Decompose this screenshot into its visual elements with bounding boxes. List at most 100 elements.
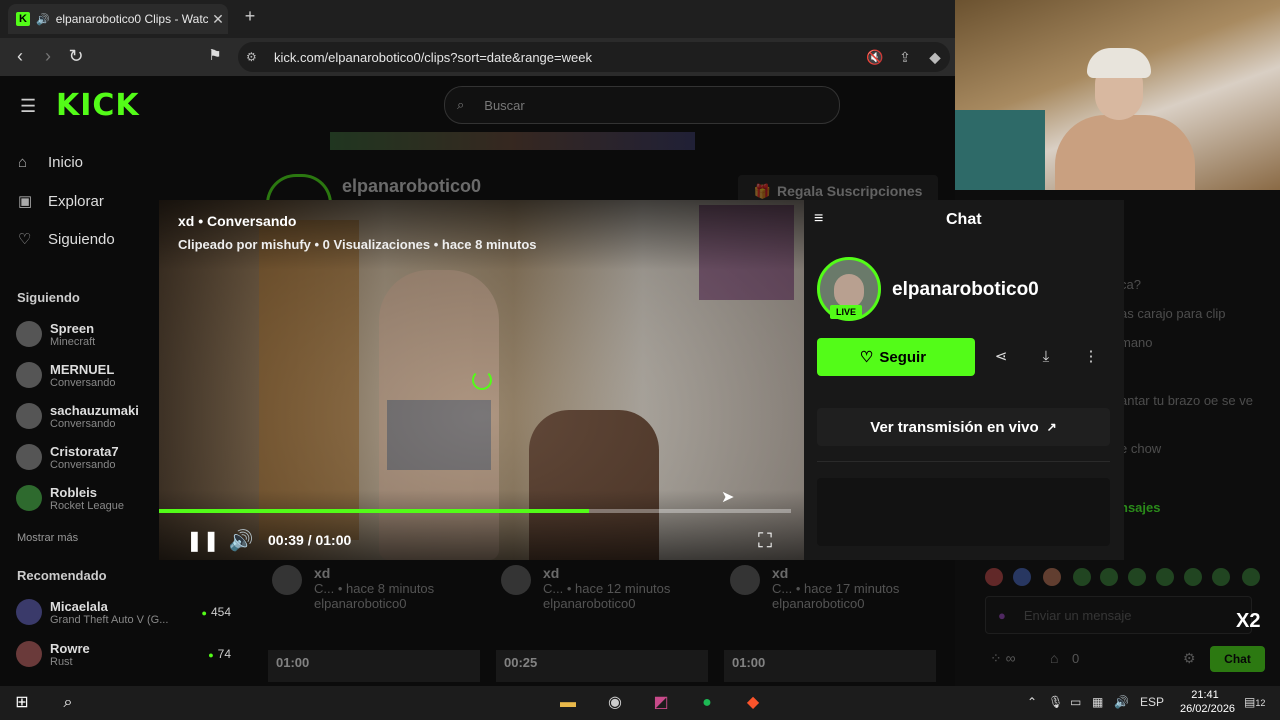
emote-icon[interactable]	[1100, 568, 1118, 586]
clip-card[interactable]: xd C... • hace 8 minutos elpanarobotico0	[272, 565, 472, 611]
mic-icon: ●	[998, 607, 1006, 623]
reload-icon[interactable]: ↻	[64, 44, 88, 68]
nav-home[interactable]: ⌂ Inicio	[18, 154, 83, 171]
close-tab-icon[interactable]: ✕	[208, 11, 228, 28]
pause-icon[interactable]: ❚❚	[186, 528, 220, 554]
site-settings-icon[interactable]: ⚙	[246, 50, 262, 64]
notification-icon[interactable]: ▤12	[1244, 695, 1265, 709]
viewer-count: ● 454	[201, 605, 231, 619]
emote-icon[interactable]	[1212, 568, 1230, 586]
viewer-count-text: 454	[210, 605, 231, 619]
file-explorer-icon[interactable]: ▬	[556, 692, 580, 714]
download-icon[interactable]: ⤓	[1030, 340, 1062, 374]
channel-name: Spreen	[50, 320, 95, 336]
points-count: 0	[1072, 651, 1080, 666]
viewer-count: ● 74	[208, 647, 231, 661]
emote-icon[interactable]	[985, 568, 1003, 586]
battery-icon[interactable]: ▭	[1070, 695, 1081, 709]
emote-icon[interactable]	[1043, 568, 1061, 586]
clock[interactable]: 21:41 26/02/2026	[1180, 688, 1235, 716]
avatar	[16, 599, 42, 625]
more-options-icon[interactable]: ⋮	[1075, 340, 1107, 374]
nav-label: Explorar	[48, 192, 104, 210]
clip-meta: C... • hace 8 minutos	[314, 581, 435, 596]
nav-label: Inicio	[48, 154, 84, 171]
search-input[interactable]: ⌕ Buscar	[444, 86, 840, 124]
chat-send-button[interactable]: Chat	[1210, 646, 1265, 672]
settings-dots-icon[interactable]: ⁘ ∞	[990, 650, 1016, 667]
clip-subtitle: Clipeado por mishufy • 0 Visualizaciones…	[178, 237, 537, 252]
show-more-link[interactable]: Mostrar más	[17, 532, 78, 544]
forward-icon[interactable]: ›	[36, 44, 60, 68]
clip-channel: elpanarobotico0	[543, 596, 636, 611]
emote-icon[interactable]	[1013, 568, 1031, 586]
share-icon[interactable]: ⇪	[890, 49, 920, 66]
clip-card[interactable]: xd C... • hace 17 minutos elpanarobotico0	[730, 565, 930, 611]
mic-tray-icon[interactable]: 🎙	[1048, 695, 1063, 709]
clip-duration: 00:25	[504, 655, 538, 670]
url-text: kick.com/elpanarobotico0/clips?sort=date…	[274, 49, 592, 65]
fullscreen-icon[interactable]: ⛶	[752, 528, 778, 554]
viewer-count-text: 74	[217, 647, 231, 661]
playback-time: 00:39 / 01:00	[268, 532, 352, 548]
points-icon[interactable]: ⌂	[1050, 650, 1058, 666]
chat-input[interactable]: ● Enviar un mensaje	[985, 596, 1252, 634]
emote-icon[interactable]	[1184, 568, 1202, 586]
browser-tab[interactable]: K 🔊 elpanarobotico0 Clips - Watch ✕	[8, 4, 228, 34]
gift-icon: 🎁	[753, 182, 771, 199]
emote-icon[interactable]	[1242, 568, 1260, 586]
search-icon[interactable]: ⌕	[56, 692, 80, 714]
sidebar-channel[interactable]: Rowre Rust ● 74	[16, 634, 231, 674]
address-bar[interactable]: ⚙ kick.com/elpanarobotico0/clips?sort=da…	[238, 42, 950, 72]
avatar	[501, 565, 531, 595]
channel-name: Cristorata7	[50, 443, 119, 459]
speaker-icon[interactable]: 🔊	[36, 13, 50, 26]
x2-overlay-badge: X2	[1236, 610, 1261, 632]
heart-icon: ♡	[18, 231, 32, 248]
app-icon[interactable]: ◩	[649, 692, 673, 714]
channel-category: Conversando	[50, 417, 116, 430]
sidebar-channel[interactable]: Micaelala Grand Theft Auto V (G... ● 454	[16, 592, 231, 632]
channel-category: Minecraft	[50, 335, 96, 348]
channel-name: Robleis	[50, 484, 97, 500]
webcam-person	[1055, 115, 1195, 190]
clip-card[interactable]: xd C... • hace 12 minutos elpanarobotico0	[501, 565, 701, 611]
nav-following[interactable]: ♡ Siguiendo	[18, 230, 115, 249]
avatar	[16, 362, 42, 388]
new-messages-link[interactable]: nsajes	[1120, 500, 1160, 515]
windows-start-icon[interactable]: ⊞	[10, 692, 34, 714]
back-icon[interactable]: ‹	[8, 44, 32, 68]
home-icon: ⌂	[18, 154, 28, 171]
share-icon[interactable]: ⋖	[985, 340, 1017, 374]
brave-shield-icon[interactable]: ◆	[920, 49, 950, 66]
new-tab-button[interactable]: +	[240, 6, 260, 30]
emote-icon[interactable]	[1073, 568, 1091, 586]
obs-icon[interactable]: ◉	[603, 692, 627, 714]
mute-icon[interactable]: 🔇	[860, 49, 890, 66]
nav-explore[interactable]: ▣ Explorar	[18, 192, 104, 211]
banner	[330, 132, 695, 150]
tray-chevron-icon[interactable]: ⌃	[1027, 695, 1037, 709]
collapse-chat-icon[interactable]: ≡	[814, 210, 823, 228]
channel-name: Micaelala	[50, 598, 108, 614]
spotify-icon[interactable]: ●	[695, 692, 719, 714]
clock-time: 21:41	[1191, 689, 1219, 701]
volume-icon[interactable]: 🔊	[228, 528, 254, 554]
language-indicator[interactable]: ESP	[1140, 695, 1164, 709]
network-icon[interactable]: ▦	[1092, 695, 1103, 709]
brave-icon[interactable]: ◆	[741, 692, 765, 714]
avatar-face	[834, 274, 864, 308]
watch-live-button[interactable]: Ver transmisión en vivo ↗	[817, 408, 1110, 446]
volume-tray-icon[interactable]: 🔊	[1114, 695, 1129, 709]
bookmark-icon[interactable]: ⚑	[203, 44, 227, 68]
kick-logo[interactable]: KICK	[56, 88, 140, 123]
external-link-icon: ↗	[1046, 420, 1057, 434]
follow-button[interactable]: ♡ Seguir	[817, 338, 975, 376]
channel-name[interactable]: elpanarobotico0	[892, 279, 1039, 301]
channel-category: Rust	[50, 655, 73, 668]
menu-icon[interactable]: ☰	[20, 96, 36, 117]
emote-icon[interactable]	[1128, 568, 1146, 586]
emote-icon[interactable]	[1156, 568, 1174, 586]
progress-bar[interactable]	[159, 509, 791, 513]
chat-settings-icon[interactable]: ⚙	[1183, 650, 1196, 667]
